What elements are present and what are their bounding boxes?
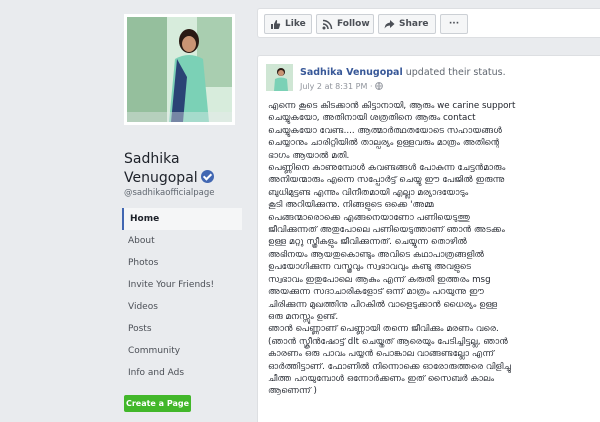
- post-header: Sadhika Venugopal updated their status.: [300, 67, 506, 78]
- post-action-text: updated their status.: [405, 67, 506, 78]
- share-button[interactable]: Share: [378, 14, 436, 34]
- nav-item-posts[interactable]: Posts: [122, 318, 242, 340]
- nav-item-about[interactable]: About: [122, 230, 242, 252]
- share-arrow-icon: [384, 19, 395, 30]
- nav-item-info-and-ads[interactable]: Info and Ads: [122, 362, 242, 384]
- follow-label: Follow: [337, 19, 370, 29]
- share-label: Share: [399, 19, 429, 29]
- nav-item-community[interactable]: Community: [122, 340, 242, 362]
- nav-item-photos[interactable]: Photos: [122, 252, 242, 274]
- page-nav: Home About Photos Invite Your Friends! V…: [122, 208, 242, 384]
- nav-item-videos[interactable]: Videos: [122, 296, 242, 318]
- globe-icon[interactable]: [375, 82, 383, 91]
- left-column: Sadhika Venugopal @sadhikaofficialpage H…: [120, 0, 245, 422]
- verified-badge-icon: [200, 170, 214, 183]
- page-handle[interactable]: @sadhikaofficialpage: [124, 188, 215, 198]
- more-options-button[interactable]: ···: [440, 14, 468, 34]
- page-title[interactable]: Sadhika Venugopal: [124, 150, 242, 188]
- post-meta: July 2 at 8:31 PM ·: [300, 82, 383, 91]
- follow-button[interactable]: Follow: [316, 14, 374, 34]
- post-timestamp[interactable]: July 2 at 8:31 PM: [300, 82, 367, 91]
- post-body-text: എന്നെ കൂടെ കിടക്കാൻ കിട്ടാനായി, ആരും we …: [268, 101, 516, 397]
- like-button[interactable]: Like: [264, 14, 312, 34]
- create-page-button[interactable]: Create a Page: [124, 395, 191, 412]
- post-author-link[interactable]: Sadhika Venugopal: [300, 67, 403, 78]
- nav-item-home[interactable]: Home: [122, 208, 242, 230]
- status-post: Sadhika Venugopal updated their status. …: [257, 55, 600, 422]
- rss-follow-icon: [322, 19, 333, 30]
- thumbs-up-icon: [270, 19, 281, 30]
- profile-photo[interactable]: [124, 14, 235, 125]
- page-action-bar: Like Follow Share ···: [257, 8, 600, 38]
- nav-item-invite-friends[interactable]: Invite Your Friends!: [122, 274, 242, 296]
- like-label: Like: [285, 19, 306, 29]
- page-name-text: Sadhika Venugopal: [124, 151, 198, 186]
- post-author-avatar[interactable]: [266, 64, 293, 91]
